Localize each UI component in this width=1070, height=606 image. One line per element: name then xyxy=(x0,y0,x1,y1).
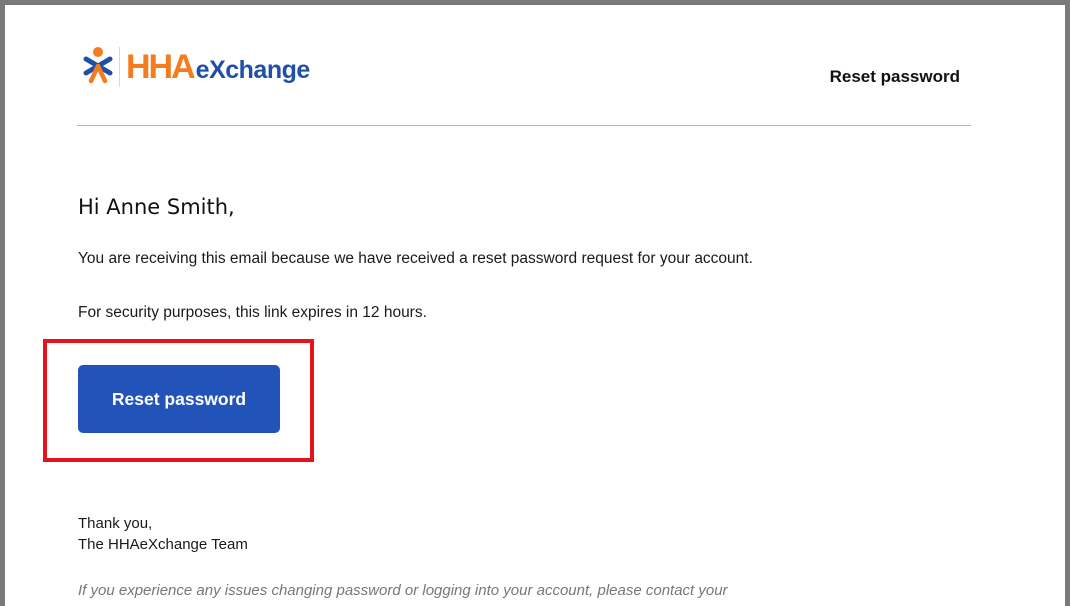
signoff-thanks: Thank you, xyxy=(78,515,153,532)
logo-text-exchange: eXchange xyxy=(195,55,311,84)
caregiver-person-icon xyxy=(83,46,113,89)
signoff-team: The HHAeXchange Team xyxy=(78,536,248,553)
logo-text-hha: HHA xyxy=(126,48,196,86)
signoff: Thank you, The HHAeXchange Team xyxy=(78,513,248,555)
email-header-title: Reset password xyxy=(829,67,960,86)
header-divider xyxy=(77,125,971,126)
expiry-notice-paragraph: For security purposes, this link expires… xyxy=(78,304,427,321)
reset-request-paragraph: You are receiving this email because we … xyxy=(78,250,753,267)
reset-password-button[interactable]: Reset password xyxy=(78,365,280,433)
email-frame: HHA eXchange Reset password Hi Anne Smit… xyxy=(0,0,1070,606)
support-footnote: If you experience any issues changing pa… xyxy=(78,582,728,599)
hhaexchange-logo: HHA eXchange xyxy=(83,42,310,92)
logo-divider xyxy=(119,47,120,87)
greeting: Hi Anne Smith, xyxy=(78,195,235,219)
